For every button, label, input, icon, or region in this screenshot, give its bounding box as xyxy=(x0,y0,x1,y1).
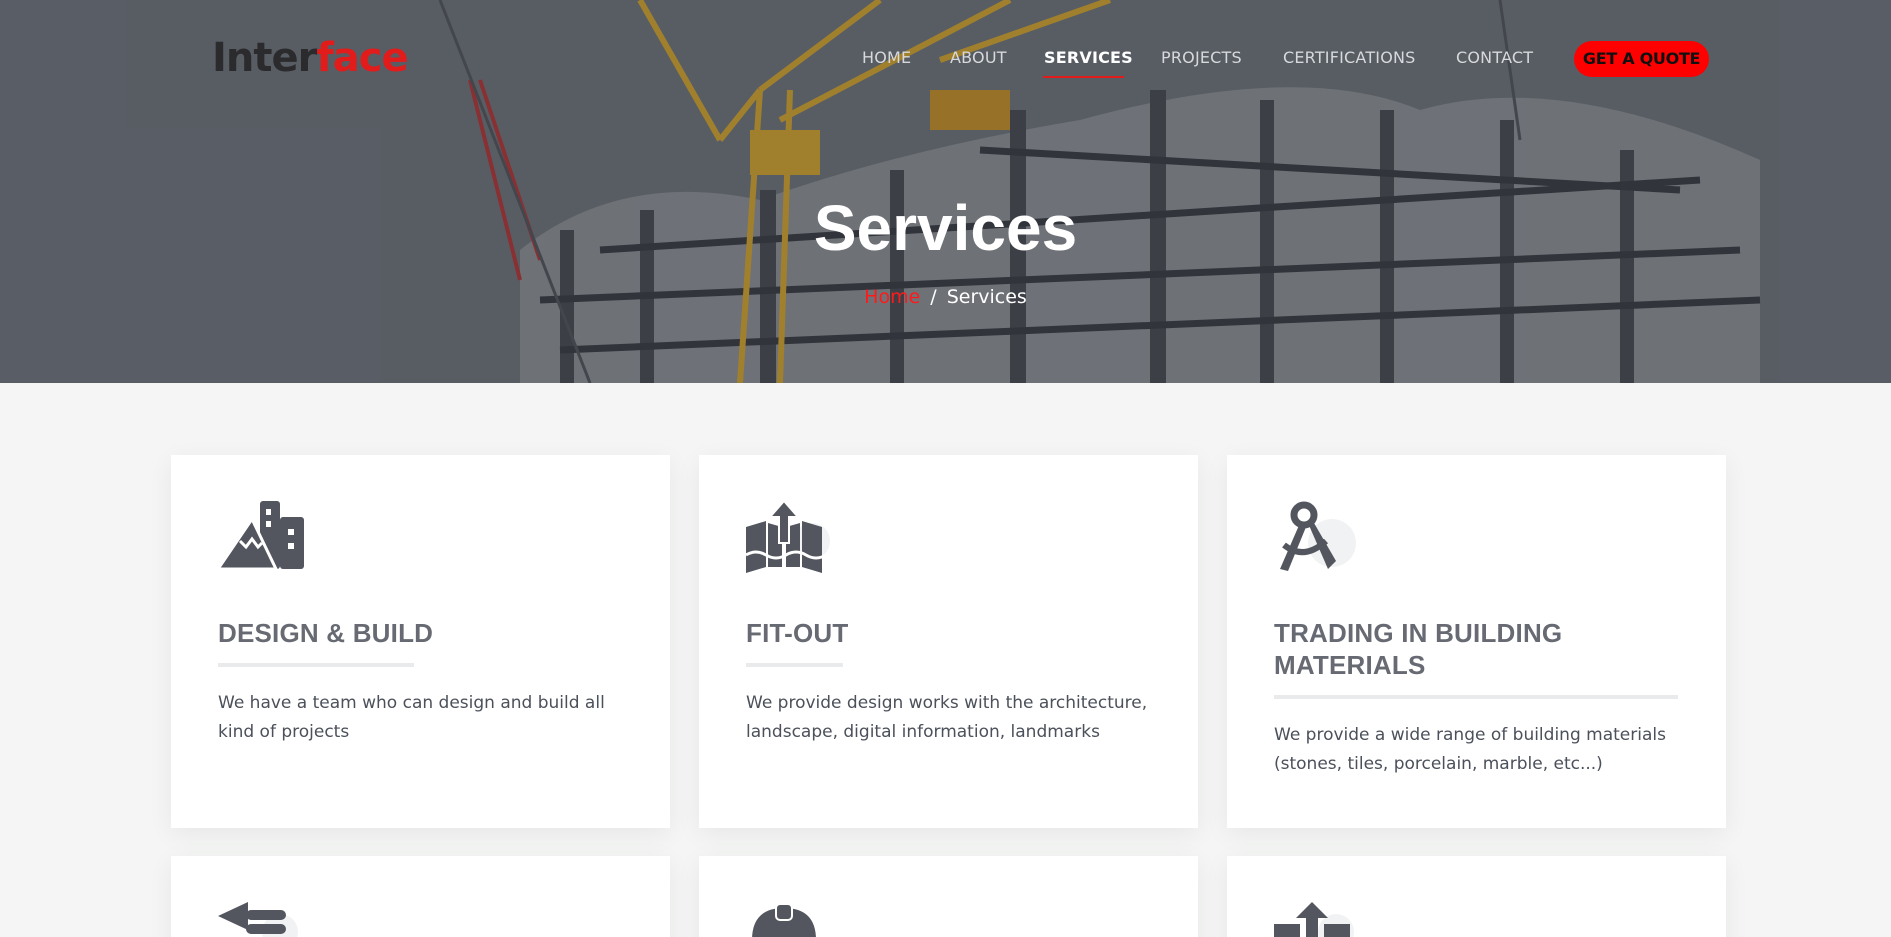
breadcrumb-home-link[interactable]: Home xyxy=(864,286,920,308)
service-card-6[interactable] xyxy=(1227,856,1726,937)
service-card-trading-building-materials[interactable]: TRADING IN BUILDING MATERIALS We provide… xyxy=(1227,455,1726,828)
drafting-compass-icon xyxy=(1280,501,1356,571)
upload-box-icon xyxy=(1274,902,1354,937)
service-title: TRADING IN BUILDING MATERIALS xyxy=(1274,618,1563,680)
service-description: We have a team who can design and build … xyxy=(218,693,605,742)
nav-item-about[interactable]: ABOUT xyxy=(950,48,1007,67)
logo-text-dark: Inter xyxy=(212,35,317,81)
mountain-buildings-icon xyxy=(218,501,304,571)
service-title: DESIGN & BUILD xyxy=(218,618,434,648)
service-card-4[interactable] xyxy=(171,856,670,937)
service-title: FIT-OUT xyxy=(746,618,849,648)
title-divider xyxy=(218,663,414,667)
hard-hat-icon xyxy=(752,904,816,937)
nav-item-home[interactable]: HOME xyxy=(862,48,911,67)
nav-item-certifications[interactable]: CERTIFICATIONS xyxy=(1283,48,1416,67)
nav-item-projects[interactable]: PROJECTS xyxy=(1161,48,1242,67)
service-description: We provide design works with the archite… xyxy=(746,693,1148,742)
service-card-fit-out[interactable]: FIT-OUT We provide design works with the… xyxy=(699,455,1198,828)
breadcrumb-separator: / xyxy=(930,286,937,308)
title-divider xyxy=(1274,695,1678,699)
service-card-design-build[interactable]: DESIGN & BUILD We have a team who can de… xyxy=(171,455,670,828)
nav-item-services[interactable]: SERVICES xyxy=(1044,48,1133,67)
service-card-5[interactable] xyxy=(699,856,1198,937)
trowel-icon xyxy=(218,902,298,937)
active-nav-underline xyxy=(1043,76,1124,78)
service-description: We provide a wide range of building mate… xyxy=(1274,725,1666,774)
get-a-quote-button[interactable]: GET A QUOTE xyxy=(1574,41,1709,77)
breadcrumb: Home / Services xyxy=(0,286,1891,308)
breadcrumb-current: Services xyxy=(946,286,1027,308)
site-logo[interactable]: Interface xyxy=(212,34,409,82)
map-upload-icon xyxy=(746,501,830,573)
title-divider xyxy=(746,663,843,667)
logo-text-red: face xyxy=(316,35,408,81)
page-title: Services xyxy=(813,192,1078,264)
nav-item-contact[interactable]: CONTACT xyxy=(1456,48,1533,67)
